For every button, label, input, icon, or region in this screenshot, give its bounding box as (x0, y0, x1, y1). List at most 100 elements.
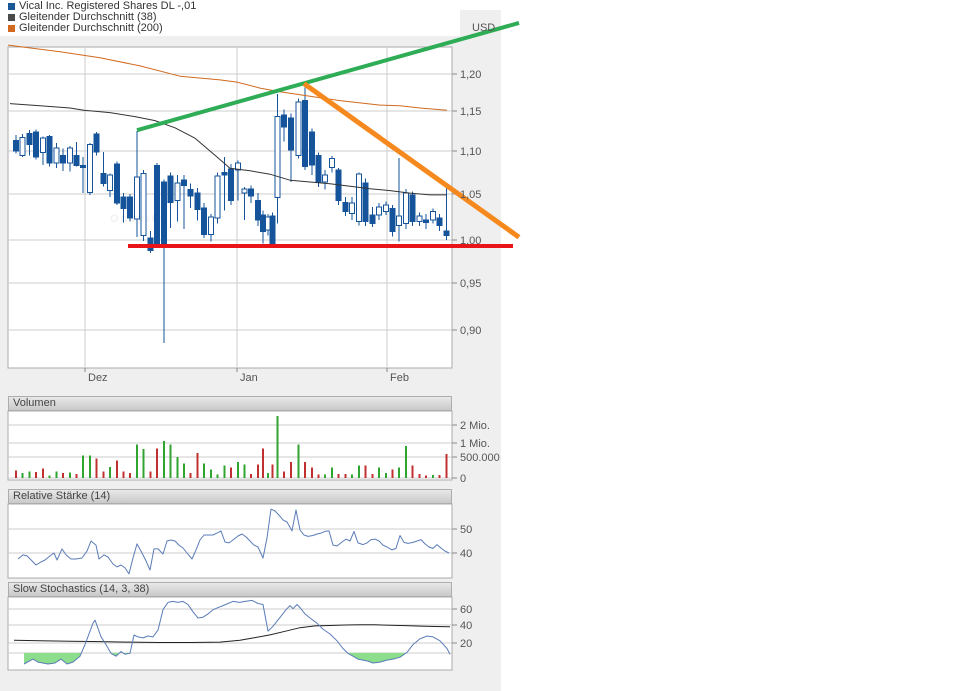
volume-bar (324, 475, 326, 478)
price-axis-label: 0,90 (460, 325, 481, 337)
candle-body (303, 101, 308, 167)
candle-body (261, 215, 266, 232)
candle-body (67, 148, 72, 163)
volume-bar (445, 454, 447, 478)
volume-bar (378, 468, 380, 479)
volume-bar (432, 475, 434, 478)
candle-body (282, 115, 287, 127)
volume-plot-area (8, 411, 452, 480)
candle-body (94, 134, 99, 152)
stochastics-panel-header: Slow Stochastics (14, 3, 38) (8, 582, 452, 597)
stoch-axis-label: 40 (460, 620, 472, 632)
volume-bar (230, 468, 232, 479)
volume-bar (244, 465, 246, 478)
volume-bar (338, 474, 340, 478)
candle-body (87, 145, 92, 193)
volume-bar (129, 473, 131, 478)
volume-bar (102, 472, 104, 478)
candle-body (377, 207, 382, 215)
candle-body (256, 200, 261, 219)
rsi-plot-area (8, 504, 452, 578)
instrument-color-swatch (8, 3, 15, 10)
candle-body (296, 102, 301, 155)
rsi-panel-title: Relative Stärke (14) (13, 490, 110, 502)
candle-body (108, 175, 113, 190)
candle-body (121, 197, 126, 209)
volume-bar (262, 449, 264, 478)
candle-body (343, 202, 348, 211)
volume-bar (203, 463, 205, 478)
legend-item-label: Gleitender Durchschnitt (200) (19, 22, 163, 34)
candle-body (222, 173, 227, 176)
volume-bar (272, 465, 274, 478)
candle-body (202, 208, 207, 235)
volume-bar (22, 473, 24, 478)
volume-bar (116, 460, 118, 478)
volume-bar (358, 465, 360, 478)
candle-body (208, 217, 213, 234)
candle-body (34, 132, 39, 157)
price-axis-label: 1,00 (460, 235, 481, 247)
volume-panel-title: Volumen (13, 397, 56, 409)
volume-bar (318, 475, 320, 478)
volume-bar (123, 472, 125, 478)
rsi-axis-label: 40 (460, 548, 472, 560)
volume-axis-label: 500.000 (460, 452, 500, 464)
volume-bar (398, 468, 400, 479)
candle-body (275, 117, 280, 198)
volume-bar (237, 462, 239, 478)
volume-bar (89, 455, 91, 478)
candle-body (14, 141, 19, 151)
volume-bar (176, 457, 178, 478)
candle-body (417, 216, 422, 222)
candle-body (370, 215, 375, 223)
candle-body (161, 182, 166, 244)
rsi-panel-header: Relative Stärke (14) (8, 489, 452, 504)
candle-body (101, 173, 106, 183)
volume-axis-label: 1 Mio. (460, 438, 490, 450)
price-axis-label: 0,95 (460, 278, 481, 290)
volume-bar (311, 468, 313, 479)
month-label: Feb (390, 372, 409, 384)
candle-body (309, 132, 314, 165)
volume-bar (49, 475, 51, 478)
candle-body (40, 138, 45, 153)
candle-body (229, 169, 234, 200)
volume-bar (170, 444, 172, 478)
volume-bar (156, 449, 158, 478)
candle-body (134, 177, 139, 219)
price-axis-label: 1,05 (460, 189, 481, 201)
candle-body (323, 175, 328, 182)
volume-bar (136, 444, 138, 478)
candle-body (242, 189, 247, 193)
volume-bar (35, 472, 37, 478)
volume-bar (149, 472, 151, 478)
volume-bar (365, 465, 367, 478)
candle-body (410, 195, 415, 222)
candle-body (249, 189, 254, 196)
candle-body (270, 216, 275, 243)
volume-bar (385, 473, 387, 478)
candle-body (74, 155, 79, 165)
volume-panel-header: Volumen (8, 396, 452, 411)
candle-body (47, 137, 52, 163)
volume-bar (405, 446, 407, 478)
candle-body (175, 183, 180, 201)
volume-bar (15, 470, 17, 478)
candle-body (188, 190, 193, 196)
candle-body (20, 137, 25, 155)
volume-bar (109, 467, 111, 478)
candle-body (424, 220, 429, 223)
volume-bar (76, 474, 78, 478)
candle-body (383, 205, 388, 211)
candle-body (430, 211, 435, 219)
stoch-axis-label: 20 (460, 638, 472, 650)
volume-bar (344, 474, 346, 478)
candle-body (356, 174, 361, 221)
month-label: Jan (240, 372, 258, 384)
volume-bar (371, 474, 373, 478)
candle-body (329, 159, 334, 168)
candle-body (27, 133, 32, 144)
stochastics-panel-title: Slow Stochastics (14, 3, 38) (13, 583, 149, 595)
candle-body (195, 193, 200, 210)
